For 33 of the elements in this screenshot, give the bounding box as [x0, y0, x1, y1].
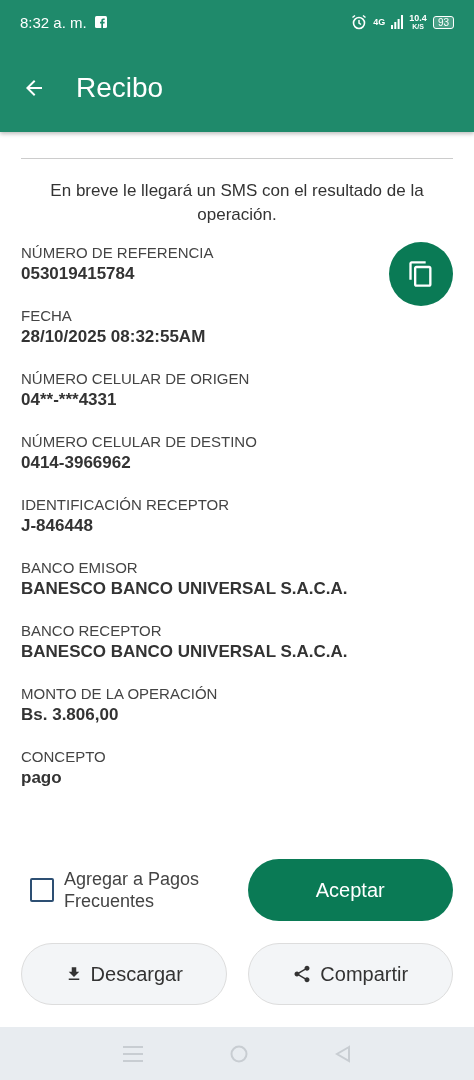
field-value: Bs. 3.806,00 [21, 704, 119, 726]
download-button[interactable]: Descargar [21, 943, 227, 1005]
field-label: IDENTIFICACIÓN RECEPTOR [21, 495, 230, 515]
field-label: MONTO DE LA OPERACIÓN [21, 684, 218, 704]
sms-notice: En breve le llegará un SMS con el resultado de la operación. [49, 180, 425, 226]
field-value: BANESCO BANCO UNIVERSAL S.A.C.A. [21, 578, 348, 600]
field-label: BANCO EMISOR [21, 558, 138, 578]
signal-icon [391, 15, 404, 29]
field-value: 0414-3966962 [21, 452, 131, 474]
battery-level: 93 [432, 15, 454, 29]
field-value: 28/10/2025 08:32:55AM [21, 326, 206, 348]
field-label: BANCO RECEPTOR [21, 621, 162, 641]
field-label: FECHA [21, 306, 72, 326]
field-label: CONCEPTO [21, 747, 106, 767]
field-value: BANESCO BANCO UNIVERSAL S.A.C.A. [21, 641, 348, 663]
field-label: NÚMERO CELULAR DE DESTINO [21, 432, 257, 452]
field-value: J-846448 [21, 515, 93, 537]
share-button[interactable]: Compartir [247, 943, 453, 1005]
network-type: 4G [373, 17, 386, 27]
accept-button[interactable]: Aceptar [247, 859, 453, 921]
field-value: pago [21, 767, 62, 789]
network-speed: 10.4 [409, 14, 427, 23]
copy-icon [407, 260, 435, 288]
status-time: 8:32 a. m. [20, 13, 87, 31]
field-value: 053019415784 [21, 263, 135, 285]
alarm-icon [351, 14, 368, 30]
field-label: NÚMERO CELULAR DE ORIGEN [21, 369, 250, 389]
checkbox[interactable] [30, 878, 54, 902]
field-value: 04**-***4331 [21, 389, 117, 411]
field-label: NÚMERO DE REFERENCIA [21, 243, 214, 263]
screen-title: Recibo [76, 72, 164, 104]
facebook-icon [94, 16, 107, 28]
checkbox-label[interactable]: Agregar a Pagos Frecuentes [64, 868, 227, 912]
